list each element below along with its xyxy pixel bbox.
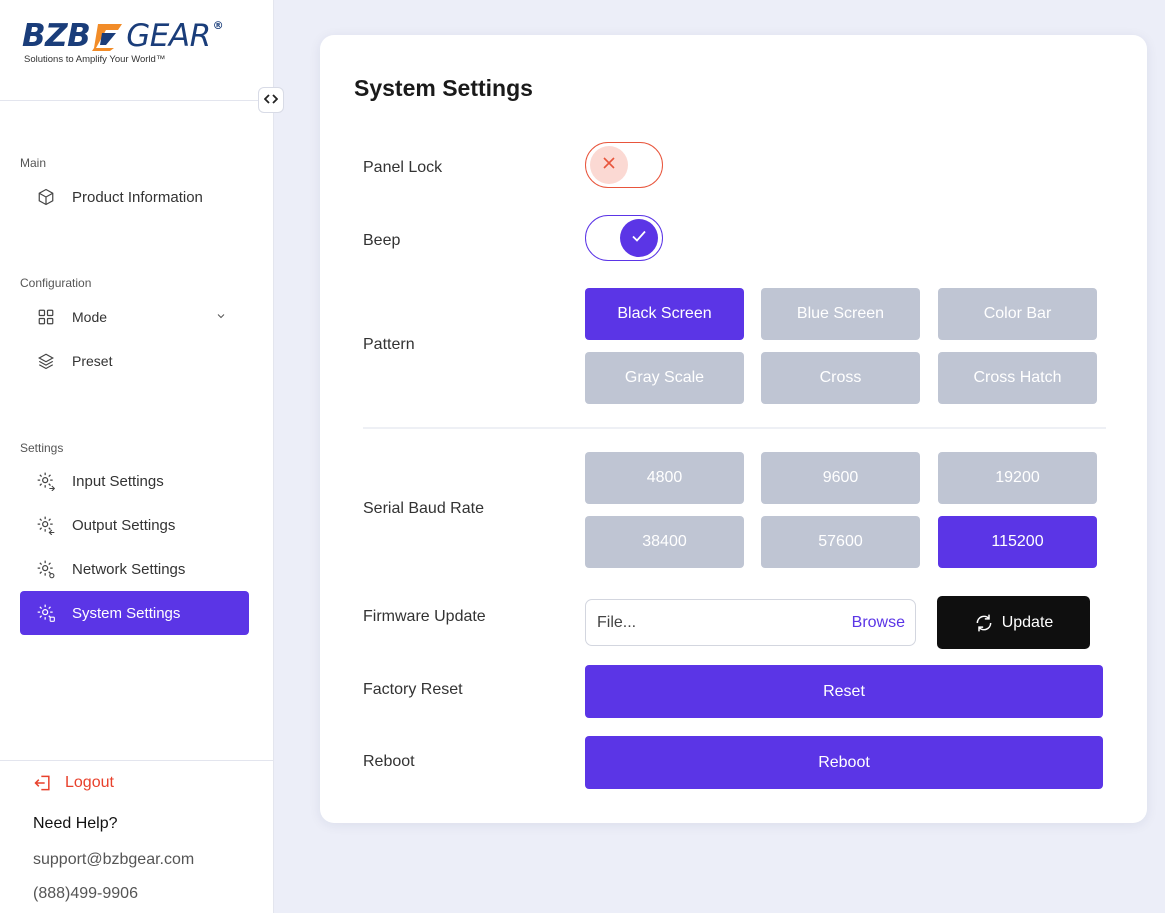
sidebar-item-label: System Settings: [72, 604, 181, 622]
panel-lock-toggle[interactable]: [585, 142, 663, 188]
baud-option-19200[interactable]: 19200: [938, 452, 1097, 504]
pattern-option-gray-scale[interactable]: Gray Scale: [585, 352, 744, 404]
logo-z-mark: [92, 21, 124, 51]
toggle-knob: [590, 146, 628, 184]
toggle-knob: [620, 219, 658, 257]
sidebar-item-label: Preset: [72, 353, 113, 369]
sidebar-item-network-settings[interactable]: Network Settings: [20, 547, 249, 591]
system-settings-card: System Settings Panel Lock Beep Pattern …: [320, 35, 1147, 823]
update-label: Update: [1001, 613, 1054, 631]
cube-icon: [36, 187, 56, 207]
gear-output-icon: [36, 515, 56, 535]
section-label-main: Main: [20, 156, 47, 170]
logo-text-right: GEAR: [126, 18, 211, 54]
beep-label: Beep: [363, 232, 401, 249]
support-email[interactable]: support@bzbgear.com: [33, 851, 194, 869]
gear-network-icon: [36, 559, 56, 579]
pattern-label: Pattern: [363, 336, 415, 353]
gear-system-icon: [36, 603, 56, 623]
sidebar-item-mode[interactable]: Mode: [20, 295, 249, 339]
baud-option-57600[interactable]: 57600: [761, 516, 920, 568]
sidebar-divider: [0, 100, 258, 101]
grid-icon: [36, 307, 56, 327]
logo-tagline: Solutions to Amplify Your World™: [24, 54, 166, 65]
section-label-settings: Settings: [20, 441, 64, 455]
brand-logo: BZB GEAR ® Solutions to Amplify Your Wor…: [22, 18, 242, 76]
pattern-option-cross[interactable]: Cross: [761, 352, 920, 404]
section-divider: [363, 427, 1106, 429]
refresh-icon: [974, 613, 994, 633]
layers-icon: [36, 351, 56, 371]
panel-lock-label: Panel Lock: [363, 159, 443, 176]
sidebar-item-system-settings[interactable]: System Settings: [20, 591, 249, 635]
help-title: Need Help?: [33, 815, 118, 832]
factory-reset-label: Factory Reset: [363, 681, 463, 698]
baud-option-38400[interactable]: 38400: [585, 516, 744, 568]
sidebar-item-label: Input Settings: [72, 472, 164, 490]
chevrons-left-right-icon: [263, 93, 279, 108]
section-label-configuration: Configuration: [20, 276, 92, 290]
sidebar: BZB GEAR ® Solutions to Amplify Your Wor…: [0, 0, 274, 913]
beep-toggle[interactable]: [585, 215, 663, 261]
baud-option-115200[interactable]: 115200: [938, 516, 1097, 568]
sidebar-item-label: Mode: [72, 309, 108, 325]
firmware-file-input[interactable]: File... Browse: [585, 599, 916, 646]
pattern-option-black-screen[interactable]: Black Screen: [585, 288, 744, 340]
sidebar-item-label: Output Settings: [72, 516, 176, 534]
logo-registered: ®: [212, 19, 224, 32]
file-placeholder: File...: [597, 614, 637, 631]
reset-button[interactable]: Reset: [585, 665, 1103, 718]
sidebar-item-input-settings[interactable]: Input Settings: [20, 459, 249, 503]
baud-option-4800[interactable]: 4800: [585, 452, 744, 504]
baud-rate-label: Serial Baud Rate: [363, 500, 484, 517]
check-icon: [630, 227, 648, 250]
page-title: System Settings: [354, 75, 533, 101]
pattern-option-cross-hatch[interactable]: Cross Hatch: [938, 352, 1097, 404]
update-button[interactable]: Update: [937, 596, 1090, 649]
sidebar-item-label: Network Settings: [72, 560, 186, 578]
logout-label: Logout: [65, 774, 114, 791]
pattern-option-color-bar[interactable]: Color Bar: [938, 288, 1097, 340]
baud-option-9600[interactable]: 9600: [761, 452, 920, 504]
reboot-label: Reboot: [363, 753, 415, 770]
browse-button[interactable]: Browse: [852, 614, 905, 632]
gear-input-icon: [36, 471, 56, 491]
logo-text-left: BZB: [22, 18, 91, 54]
sidebar-divider: [0, 760, 274, 761]
sidebar-item-preset[interactable]: Preset: [20, 339, 249, 383]
support-phone[interactable]: (888)499-9906: [33, 885, 138, 903]
sidebar-item-output-settings[interactable]: Output Settings: [20, 503, 249, 547]
sidebar-item-product-information[interactable]: Product Information: [20, 175, 249, 219]
chevron-down-icon: [215, 309, 227, 326]
reboot-button[interactable]: Reboot: [585, 736, 1103, 789]
sidebar-item-label: Product Information: [72, 188, 203, 206]
sidebar-collapse-button[interactable]: [258, 87, 284, 113]
close-icon: [601, 155, 617, 176]
pattern-option-blue-screen[interactable]: Blue Screen: [761, 288, 920, 340]
logout-link[interactable]: Logout: [33, 773, 114, 793]
firmware-update-label: Firmware Update: [363, 608, 486, 625]
logout-icon: [33, 773, 53, 793]
